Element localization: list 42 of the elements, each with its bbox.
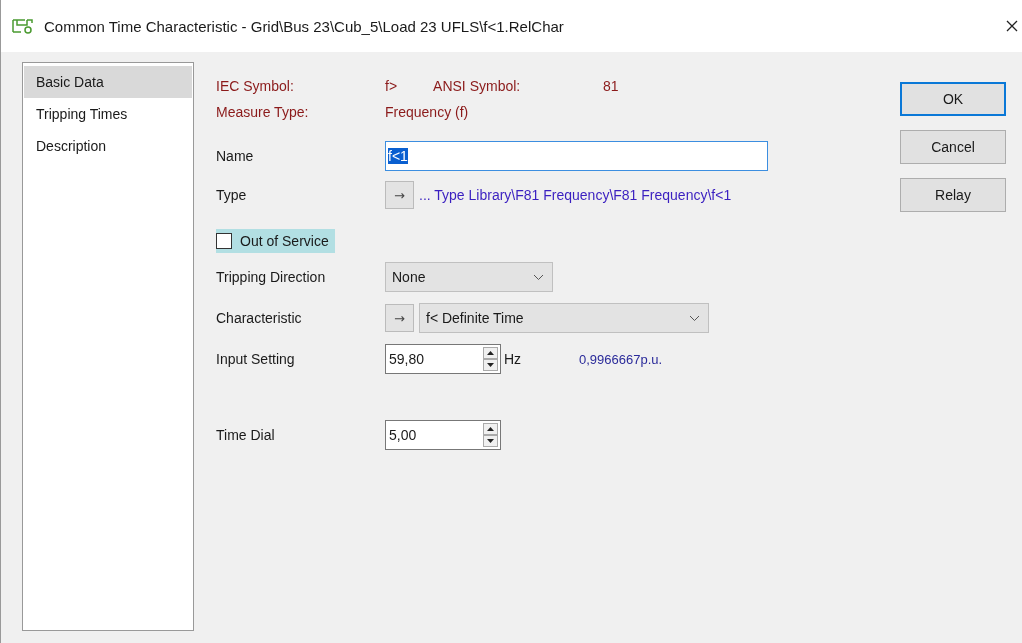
chevron-down-icon [533,273,544,281]
info-label: ANSI Symbol: [433,78,522,94]
spin-buttons[interactable] [483,423,498,447]
dropdown-value: None [392,269,426,285]
dropdown-value: f< Definite Time [426,310,524,326]
dropdown[interactable]: f< Definite Time [419,303,709,333]
jump-button[interactable]: → [385,181,414,209]
field-label: Characteristic [216,310,303,326]
checkbox-row[interactable]: Out of Service [216,229,335,253]
info-label: IEC Symbol: [216,78,295,94]
info-value: f> [385,78,398,94]
sidebar-item[interactable]: Description [24,130,192,162]
close-icon[interactable] [1006,20,1018,32]
checkbox-label: Out of Service [240,233,329,249]
jump-button[interactable]: → [385,304,414,332]
number-field[interactable]: 5,00 [385,420,501,450]
sidebar-item[interactable]: Basic Data [24,66,192,98]
field-value: 59,80 [389,351,425,367]
field-label: Name [216,148,255,164]
window-title: Common Time Characteristic - Grid\Bus 23\Cub_5\Load 23 UFLS\f<1.RelChar [44,17,565,35]
window-icon [12,18,34,34]
spin-buttons[interactable] [483,347,498,371]
field-label: Time Dial [216,427,276,443]
field-label: Input Setting [216,351,296,367]
info-label: Measure Type: [216,104,310,120]
info-value: Frequency (f) [385,104,469,120]
dialog-button[interactable]: OK [900,82,1006,116]
sidebar-item[interactable]: Tripping Times [24,98,192,130]
unit-label: Hz [504,351,523,367]
field-value: 5,00 [389,427,417,443]
per-unit-value: 0,9966667p.u. [579,351,663,367]
chevron-down-icon [689,314,700,322]
type-path-link[interactable]: ... Type Library\F81 Frequency\F81 Frequency\f<1 [419,187,732,203]
dialog-button[interactable]: Cancel [900,130,1006,164]
dialog-button[interactable]: Relay [900,178,1006,212]
field-label: Tripping Direction [216,269,327,285]
dropdown[interactable]: None [385,262,553,292]
field-label: Type [216,187,248,203]
name-field[interactable]: f<1 [385,141,768,171]
info-value: 81 [603,78,619,94]
number-field[interactable]: 59,80 [385,344,501,374]
checkbox[interactable] [216,233,232,249]
